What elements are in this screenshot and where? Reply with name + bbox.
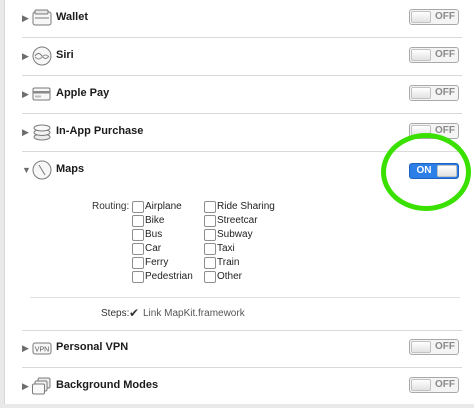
checkbox[interactable]	[132, 271, 144, 283]
option-label: Bike	[145, 215, 165, 226]
toggle-knob	[411, 11, 431, 23]
apple-pay-toggle[interactable]: OFF	[409, 85, 459, 101]
capability-title: Siri	[56, 49, 74, 61]
checkbox[interactable]	[132, 229, 144, 241]
toggle-label: OFF	[435, 49, 455, 60]
toggle-knob	[411, 341, 431, 353]
option-label: Train	[217, 257, 240, 268]
capability-row-maps: ▼ Maps ON	[0, 152, 474, 190]
wallet-toggle[interactable]: OFF	[409, 9, 459, 25]
toggle-label: OFF	[435, 87, 455, 98]
routing-label: Routing:	[92, 201, 130, 212]
capability-title: Maps	[56, 163, 85, 175]
step-item-link-mapkit: Link MapKit.framework	[143, 308, 245, 319]
option-label: Subway	[217, 229, 253, 240]
row-divider	[22, 330, 462, 331]
toggle-knob	[411, 379, 431, 391]
checkbox[interactable]	[132, 201, 144, 213]
capability-row-apple-pay: ▶ Apple Pay OFF	[0, 76, 474, 114]
toggle-label: OFF	[435, 379, 455, 390]
steps-label: Steps:	[101, 308, 130, 319]
capability-title: Apple Pay	[56, 87, 110, 99]
option-label: Airplane	[145, 201, 182, 212]
capability-title: In-App Purchase	[56, 125, 144, 137]
maps-icon	[31, 159, 53, 181]
toggle-label: OFF	[435, 125, 455, 136]
option-label: Other	[217, 271, 243, 282]
option-label: Ride Sharing	[217, 201, 275, 212]
checkbox[interactable]	[204, 271, 216, 283]
personal-vpn-icon: VPN	[31, 337, 53, 359]
checkbox[interactable]	[204, 201, 216, 213]
toggle-knob	[437, 165, 457, 177]
toggle-knob	[411, 125, 431, 137]
in-app-purchase-toggle[interactable]: OFF	[409, 123, 459, 139]
checkmark-icon: ✔	[129, 306, 140, 320]
personal-vpn-toggle[interactable]: OFF	[409, 339, 459, 355]
capability-row-siri: ▶ Siri OFF	[0, 38, 474, 76]
capability-title: Background Modes	[56, 379, 159, 391]
toggle-label: ON	[416, 165, 432, 176]
option-label: Bus	[145, 229, 163, 240]
background-modes-icon	[31, 375, 53, 397]
steps-separator	[30, 297, 460, 298]
toggle-knob	[411, 49, 431, 61]
apple-pay-icon	[31, 83, 53, 105]
option-label: Streetcar	[217, 215, 258, 226]
capability-row-personal-vpn: ▶ VPN Personal VPN OFF	[0, 330, 474, 368]
vpn-badge-text: VPN	[35, 347, 49, 354]
checkbox[interactable]	[132, 215, 144, 227]
wallet-icon	[31, 7, 53, 29]
checkbox[interactable]	[204, 229, 216, 241]
checkbox[interactable]	[204, 257, 216, 269]
siri-toggle[interactable]: OFF	[409, 47, 459, 63]
capability-row-background-modes: ▶ Background Modes OFF	[0, 368, 474, 406]
toggle-knob	[411, 87, 431, 99]
capability-title: Personal VPN	[56, 341, 129, 353]
checkbox[interactable]	[132, 257, 144, 269]
checkbox[interactable]	[204, 243, 216, 255]
option-label: Pedestrian	[145, 271, 193, 282]
capability-row-wallet: ▶ Wallet OFF	[0, 0, 474, 38]
option-label: Taxi	[217, 243, 235, 254]
checkbox[interactable]	[132, 243, 144, 255]
capability-row-in-app-purchase: ▶ In-App Purchase OFF	[0, 114, 474, 152]
toggle-label: OFF	[435, 11, 455, 22]
siri-icon	[31, 45, 53, 67]
background-modes-toggle[interactable]: OFF	[409, 377, 459, 393]
in-app-purchase-icon	[31, 121, 53, 143]
toggle-label: OFF	[435, 341, 455, 352]
maps-toggle[interactable]: ON	[409, 163, 459, 179]
option-label: Ferry	[145, 257, 169, 268]
option-label: Car	[145, 243, 162, 254]
capability-title: Wallet	[56, 11, 88, 23]
window-bottom-edge	[0, 404, 474, 408]
checkbox[interactable]	[204, 215, 216, 227]
